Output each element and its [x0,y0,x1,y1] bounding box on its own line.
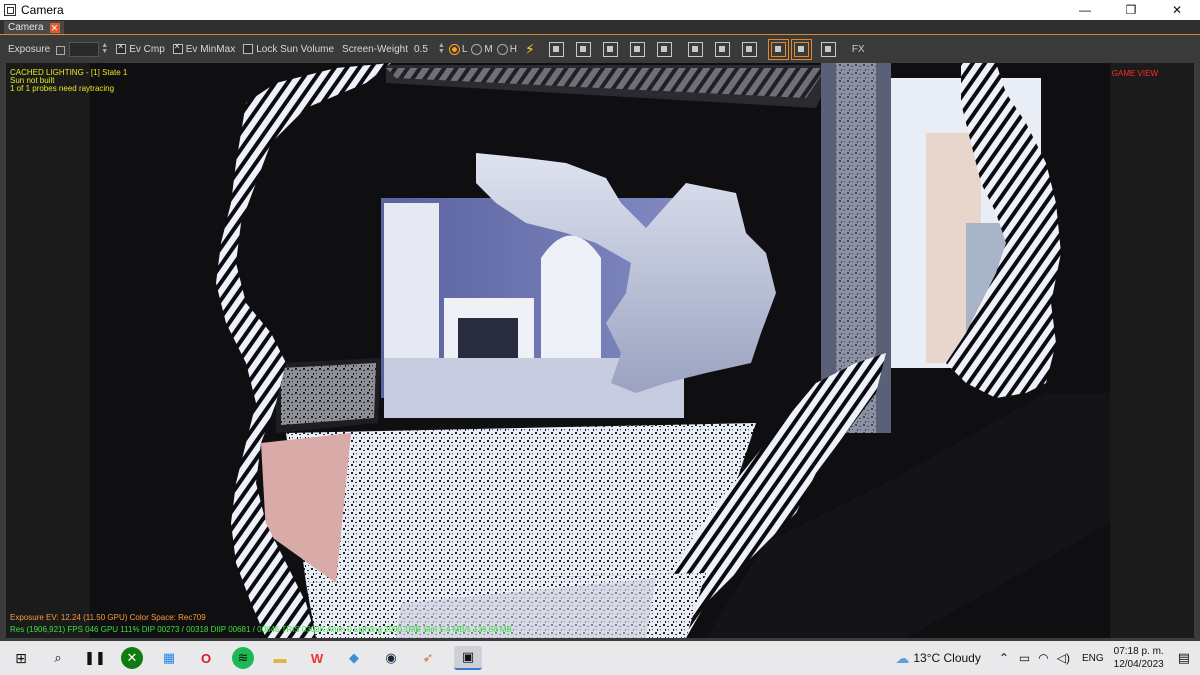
minimize-button[interactable]: — [1062,0,1108,20]
quality-h-label: H [509,43,517,55]
quality-radio-l[interactable] [448,43,460,55]
screen-weight-spinner-icon[interactable]: ▲ ▼ [438,42,445,55]
capture-icon[interactable] [656,41,672,57]
scene-render [6,63,1194,638]
search-icon[interactable]: ⌕ [47,647,69,669]
language-indicator[interactable]: ENG [1082,653,1104,664]
steam-icon[interactable]: ◉ [380,647,402,669]
fx-menu[interactable]: FX [852,44,865,55]
tab-strip: Camera ✕ [0,20,1200,35]
wps-office-icon[interactable]: W [306,647,328,669]
safe-frame-icon[interactable] [767,38,789,60]
exposure-input[interactable] [69,41,100,57]
lighting-status: CACHED LIGHTING - [1] State 1 Sun not bu… [10,69,127,93]
expand-icon[interactable] [687,41,703,57]
ev-cmp-checkbox[interactable] [116,42,127,54]
ev-minmax-label: Ev MinMax [185,43,236,55]
ev-minmax-checkbox[interactable] [172,42,183,54]
notifications-icon[interactable]: ▤ [1178,650,1190,666]
windows-taskbar: ⊞ ⌕ ❚❚ ✕ ▦ O ≋ ▬ W ◆ ◉ ➶ ▣ ☁ 13°C Cloudy… [0,641,1200,675]
system-tray: ☁ 13°C Cloudy ⌃ ▭ ◠ ◁) ENG 07:18 p. m. 1… [895,641,1200,675]
tab-camera-label: Camera [8,22,44,33]
exposure-info: Exposure EV: 12.24 (11.50 GPU) Color Spa… [10,613,206,622]
clock-time: 07:18 p. m. [1113,646,1164,657]
opera-icon[interactable]: O [195,647,217,669]
screen-weight-value[interactable]: 0.5 [414,44,428,55]
probes-icon[interactable] [548,41,564,57]
exposure-lock-icon[interactable] [56,45,66,55]
fullscreen-icon[interactable] [820,41,836,57]
expand-alt-icon[interactable] [714,41,730,57]
ev-cmp-label: Ev Cmp [129,43,165,55]
store-icon[interactable]: ▦ [158,647,180,669]
wifi-icon[interactable]: ◠ [1038,651,1048,665]
app-icon-blue[interactable]: ◆ [343,647,365,669]
weather-icon: ☁ [895,649,910,666]
tab-close-icon[interactable]: ✕ [49,22,60,33]
quality-radio-h[interactable] [496,43,508,55]
task-view-icon[interactable]: ❚❚ [84,647,106,669]
render-stats: Res (1906,921) FPS 046 GPU 111% DIP 0027… [10,625,512,634]
quality-m-label: M [484,43,493,55]
lightning-icon[interactable]: ⚡ [525,41,535,58]
overlay-toggle-icon[interactable] [790,38,812,60]
camera-app-taskbar-icon[interactable]: ▣ [454,646,482,670]
game-view-label: GAME VIEW [1111,69,1158,78]
lighting-line-3: 1 of 1 probes need raytracing [10,84,115,93]
weather-text[interactable]: 13°C Cloudy [913,651,981,665]
app-icon [4,4,16,16]
window-title-bar: Camera — ❐ ✕ [0,0,1200,20]
battery-icon[interactable]: ▭ [1019,651,1030,665]
close-window-button[interactable]: ✕ [1154,0,1200,20]
lock-sun-volume-checkbox[interactable] [243,44,254,54]
screen-weight-label: Screen-Weight [342,43,408,55]
quality-l-label: L [461,43,468,55]
tab-camera[interactable]: Camera ✕ [4,21,64,34]
file-explorer-icon[interactable]: ▬ [269,647,291,669]
restore-button[interactable]: ❐ [1108,0,1154,20]
window-controls: — ❐ ✕ [1062,0,1200,20]
camera-frame-icon[interactable] [629,41,645,57]
tray-chevron-icon[interactable]: ⌃ [999,651,1009,665]
window-title: Camera [21,3,64,17]
spotify-icon[interactable]: ≋ [232,647,254,669]
volume-icon[interactable]: ◁) [1057,651,1070,665]
add-view-icon[interactable] [741,41,757,57]
rocket-app-icon[interactable]: ➶ [417,647,439,669]
clock-date: 12/04/2023 [1113,659,1164,670]
exposure-label: Exposure [8,43,51,55]
exposure-spinner-icon[interactable]: ▲ ▼ [101,42,108,55]
sun-icon[interactable] [602,41,618,57]
render-settings-icon[interactable] [575,41,591,57]
camera-toolbar: Exposure ▲▼ Ev Cmp Ev MinMax Lock Sun Vo… [0,35,1200,63]
xbox-icon[interactable]: ✕ [121,647,143,669]
camera-viewport[interactable]: CACHED LIGHTING - [1] State 1 Sun not bu… [6,63,1194,638]
clock[interactable]: 07:18 p. m. 12/04/2023 [1114,645,1164,671]
quality-radio-m[interactable] [471,43,483,55]
windows-start-icon[interactable]: ⊞ [10,647,32,669]
lock-sun-volume-label: Lock Sun Volume [256,43,335,55]
